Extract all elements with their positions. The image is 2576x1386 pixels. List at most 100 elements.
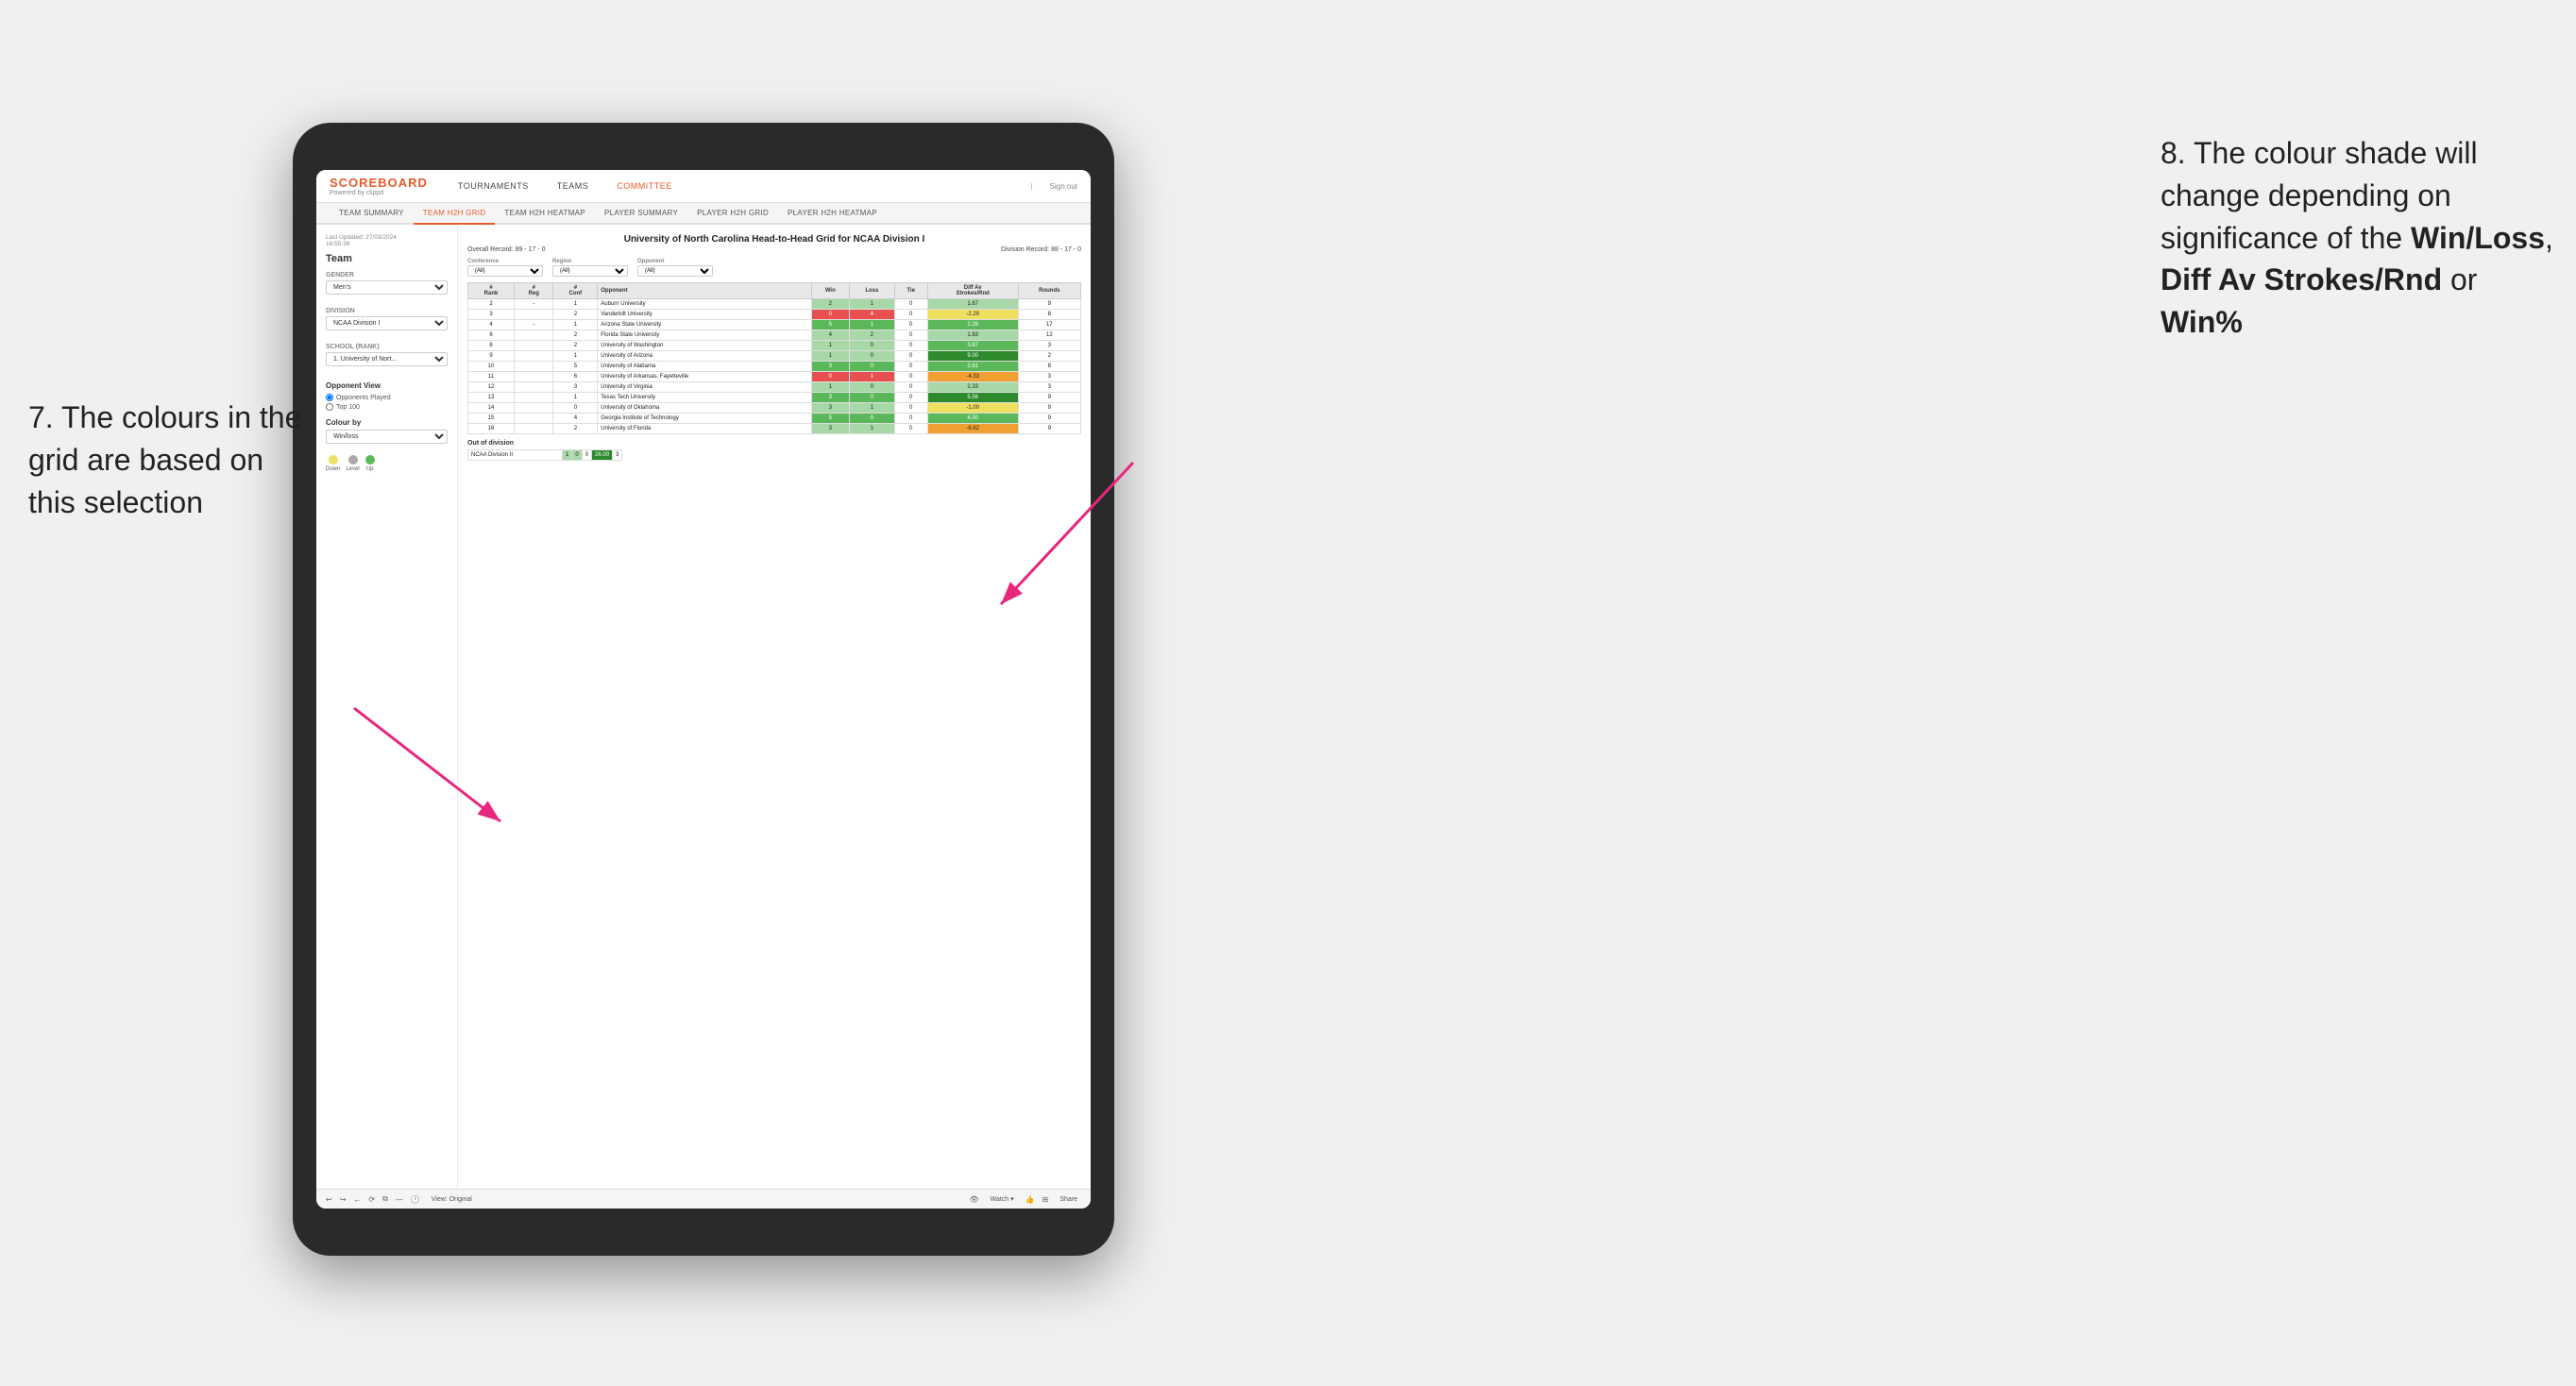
watch-btn[interactable]: Watch ▾ <box>987 1193 1018 1205</box>
view-original-btn[interactable]: View: Original <box>428 1194 476 1205</box>
cell-conf: 2 <box>553 330 598 341</box>
cell-diff: 2.28 <box>927 320 1018 330</box>
cell-reg <box>515 341 553 351</box>
tab-team-summary[interactable]: TEAM SUMMARY <box>330 203 414 225</box>
share-btn[interactable]: Share <box>1056 1194 1081 1205</box>
table-row: 9 1 University of Arizona 1 0 0 9.00 2 <box>468 351 1081 362</box>
school-select[interactable]: 1. University of Nort... <box>326 352 448 366</box>
cell-loss: 1 <box>850 372 895 382</box>
cell-reg: - <box>515 299 553 310</box>
cell-loss: 0 <box>850 382 895 393</box>
cell-reg <box>515 310 553 320</box>
nav-committee[interactable]: COMMITTEE <box>611 177 678 194</box>
cell-opponent: Florida State University <box>598 330 811 341</box>
radio-top100[interactable]: Top 100 <box>326 403 448 411</box>
cell-diff: -2.29 <box>927 310 1018 320</box>
tab-player-summary[interactable]: PLAYER SUMMARY <box>595 203 687 225</box>
tab-team-h2h-grid[interactable]: TEAM H2H GRID <box>414 203 496 225</box>
annotation-left: 7. The colours in the grid are based on … <box>28 397 312 523</box>
cell-opponent: University of Oklahoma <box>598 403 811 414</box>
colour-by-select[interactable]: Win/loss <box>326 430 448 444</box>
table-row: 3 2 Vanderbilt University 0 4 0 -2.29 8 <box>468 310 1081 320</box>
cell-rounds: 9 <box>1018 424 1080 434</box>
cell-conf: 1 <box>553 351 598 362</box>
cell-rounds: 3 <box>1018 382 1080 393</box>
cell-win: 1 <box>811 351 850 362</box>
copy-icon[interactable]: ⧉ <box>382 1194 388 1204</box>
bottom-toolbar: ↩ ↪ ← ⟳ ⧉ — 🕐 View: Original 👁 Watch ▾ 👍… <box>316 1189 1091 1209</box>
cell-tie: 0 <box>894 351 927 362</box>
opponent-view-title: Opponent View <box>326 381 448 390</box>
cell-loss: 0 <box>850 414 895 424</box>
out-div-diff: 26.00 <box>592 450 613 461</box>
clock-icon[interactable]: 🕐 <box>411 1195 420 1204</box>
radio-opponents-played[interactable]: Opponents Played <box>326 394 448 401</box>
grid-title: University of North Carolina Head-to-Hea… <box>467 234 1081 245</box>
cell-diff: 4.50 <box>927 414 1018 424</box>
col-rank: #Rank <box>468 283 515 299</box>
gender-select[interactable]: Men's <box>326 280 448 295</box>
tab-player-h2h-heatmap[interactable]: PLAYER H2H HEATMAP <box>778 203 887 225</box>
tab-player-h2h-grid[interactable]: PLAYER H2H GRID <box>687 203 778 225</box>
cell-tie: 0 <box>894 414 927 424</box>
thumb-icon[interactable]: 👍 <box>1025 1195 1035 1204</box>
opp-filter-select[interactable]: (All) <box>637 265 713 277</box>
dash-icon[interactable]: — <box>396 1195 403 1204</box>
cell-diff: 3.67 <box>927 341 1018 351</box>
cell-conf: 4 <box>553 414 598 424</box>
cell-reg <box>515 382 553 393</box>
table-row: 14 0 University of Oklahoma 3 1 0 -1.00 … <box>468 403 1081 414</box>
region-filter-label: Region <box>552 259 628 264</box>
table-row: 10 5 University of Alabama 3 0 0 2.61 8 <box>468 362 1081 372</box>
cell-win: 3 <box>811 362 850 372</box>
cell-tie: 0 <box>894 330 927 341</box>
cell-rank: 16 <box>468 424 515 434</box>
legend-up: Up <box>365 455 375 472</box>
annotation-right: 8. The colour shade will change dependin… <box>2161 132 2557 344</box>
undo-icon[interactable]: ↩ <box>326 1195 332 1204</box>
cell-opponent: University of Arizona <box>598 351 811 362</box>
cell-diff: 9.00 <box>927 351 1018 362</box>
conf-filter-select[interactable]: (All) <box>467 265 543 277</box>
cell-reg: - <box>515 320 553 330</box>
cell-rank: 2 <box>468 299 515 310</box>
out-of-division-header: Out of division <box>467 440 1081 447</box>
annotation-right-bold1: Win/Loss <box>2411 221 2545 255</box>
nav-tournaments[interactable]: TOURNAMENTS <box>452 177 534 194</box>
table-row: 2 - 1 Auburn University 2 1 0 1.67 9 <box>468 299 1081 310</box>
logo-sub: Powered by clippd <box>330 190 428 196</box>
nav-teams[interactable]: TEAMS <box>551 177 595 194</box>
cell-tie: 0 <box>894 320 927 330</box>
tab-team-h2h-heatmap[interactable]: TEAM H2H HEATMAP <box>495 203 595 225</box>
cell-tie: 0 <box>894 341 927 351</box>
cell-rank: 6 <box>468 330 515 341</box>
sign-out-link[interactable]: Sign out <box>1050 182 1077 191</box>
cell-rounds: 8 <box>1018 310 1080 320</box>
cell-reg <box>515 393 553 403</box>
cell-rank: 15 <box>468 414 515 424</box>
legend-level: Level <box>346 455 359 472</box>
division-select[interactable]: NCAA Division I <box>326 316 448 330</box>
legend-down: Down <box>326 455 340 472</box>
cell-rounds: 3 <box>1018 341 1080 351</box>
legend-down-label: Down <box>326 466 340 472</box>
redo-icon[interactable]: ↪ <box>340 1195 347 1204</box>
legend-dot-down <box>329 455 338 465</box>
logo-area: SCOREBOARD Powered by clippd <box>330 176 428 196</box>
col-conf: #Conf <box>553 283 598 299</box>
cell-opponent: University of Arkansas, Fayetteville <box>598 372 811 382</box>
region-filter-select[interactable]: (All) <box>552 265 628 277</box>
cell-rounds: 9 <box>1018 403 1080 414</box>
filter-opponent: Opponent (All) <box>637 259 713 277</box>
grid-icon[interactable]: ⊞ <box>1042 1195 1049 1204</box>
out-of-division-table: NCAA Division II 1 0 0 26.00 3 <box>467 449 622 461</box>
back-icon[interactable]: ← <box>353 1195 361 1204</box>
cell-win: 5 <box>811 414 850 424</box>
legend-dot-level <box>348 455 358 465</box>
filters-row: Conference (All) Region (All) Opponent <box>467 259 1081 277</box>
radio-opponents-label: Opponents Played <box>336 395 391 401</box>
division-label: Division <box>326 308 448 314</box>
cell-tie: 0 <box>894 393 927 403</box>
refresh-icon[interactable]: ⟳ <box>368 1195 375 1204</box>
col-diff: Diff AvStrokes/Rnd <box>927 283 1018 299</box>
